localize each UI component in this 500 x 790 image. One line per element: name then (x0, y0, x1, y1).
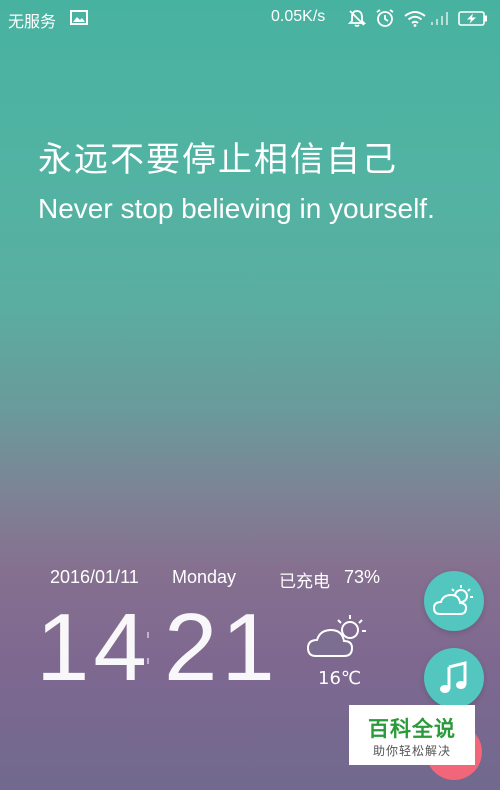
gallery-icon (70, 10, 88, 25)
battery-charging-icon (458, 11, 487, 26)
battery-percentage: 73% (344, 567, 381, 587)
music-note-icon (440, 661, 467, 693)
weather-button[interactable] (424, 571, 484, 631)
music-button[interactable] (424, 648, 484, 708)
weather-icon (432, 585, 473, 615)
watermark-title: 百科全说 (368, 717, 456, 741)
clock-hours: 14 (36, 594, 151, 701)
bell-off-icon (347, 10, 367, 27)
charging-status: 已充电 (279, 572, 330, 592)
temperature-label: 16℃ (318, 668, 362, 689)
watermark-badge: 百科全说 助你轻松解决 (349, 705, 475, 765)
alarm-icon (376, 9, 394, 27)
date-label: 2016/01/11 (50, 567, 139, 587)
weekday-label: Monday (172, 567, 237, 587)
wifi-icon (404, 11, 426, 27)
clock-minutes: 21 (164, 594, 279, 701)
quote-chinese: 永远不要停止相信自己 (38, 140, 398, 180)
carrier-status: 无服务 (8, 12, 57, 31)
partly-cloudy-icon (306, 615, 366, 657)
watermark-subtitle: 助你轻松解决 (372, 744, 451, 758)
signal-icon (431, 12, 448, 25)
status-bar: 无服务 0.05K/s (0, 0, 500, 36)
clock-separator (147, 632, 149, 664)
quote-english: Never stop believing in yourself. (38, 193, 435, 224)
network-speed: 0.05K/s (271, 8, 326, 25)
